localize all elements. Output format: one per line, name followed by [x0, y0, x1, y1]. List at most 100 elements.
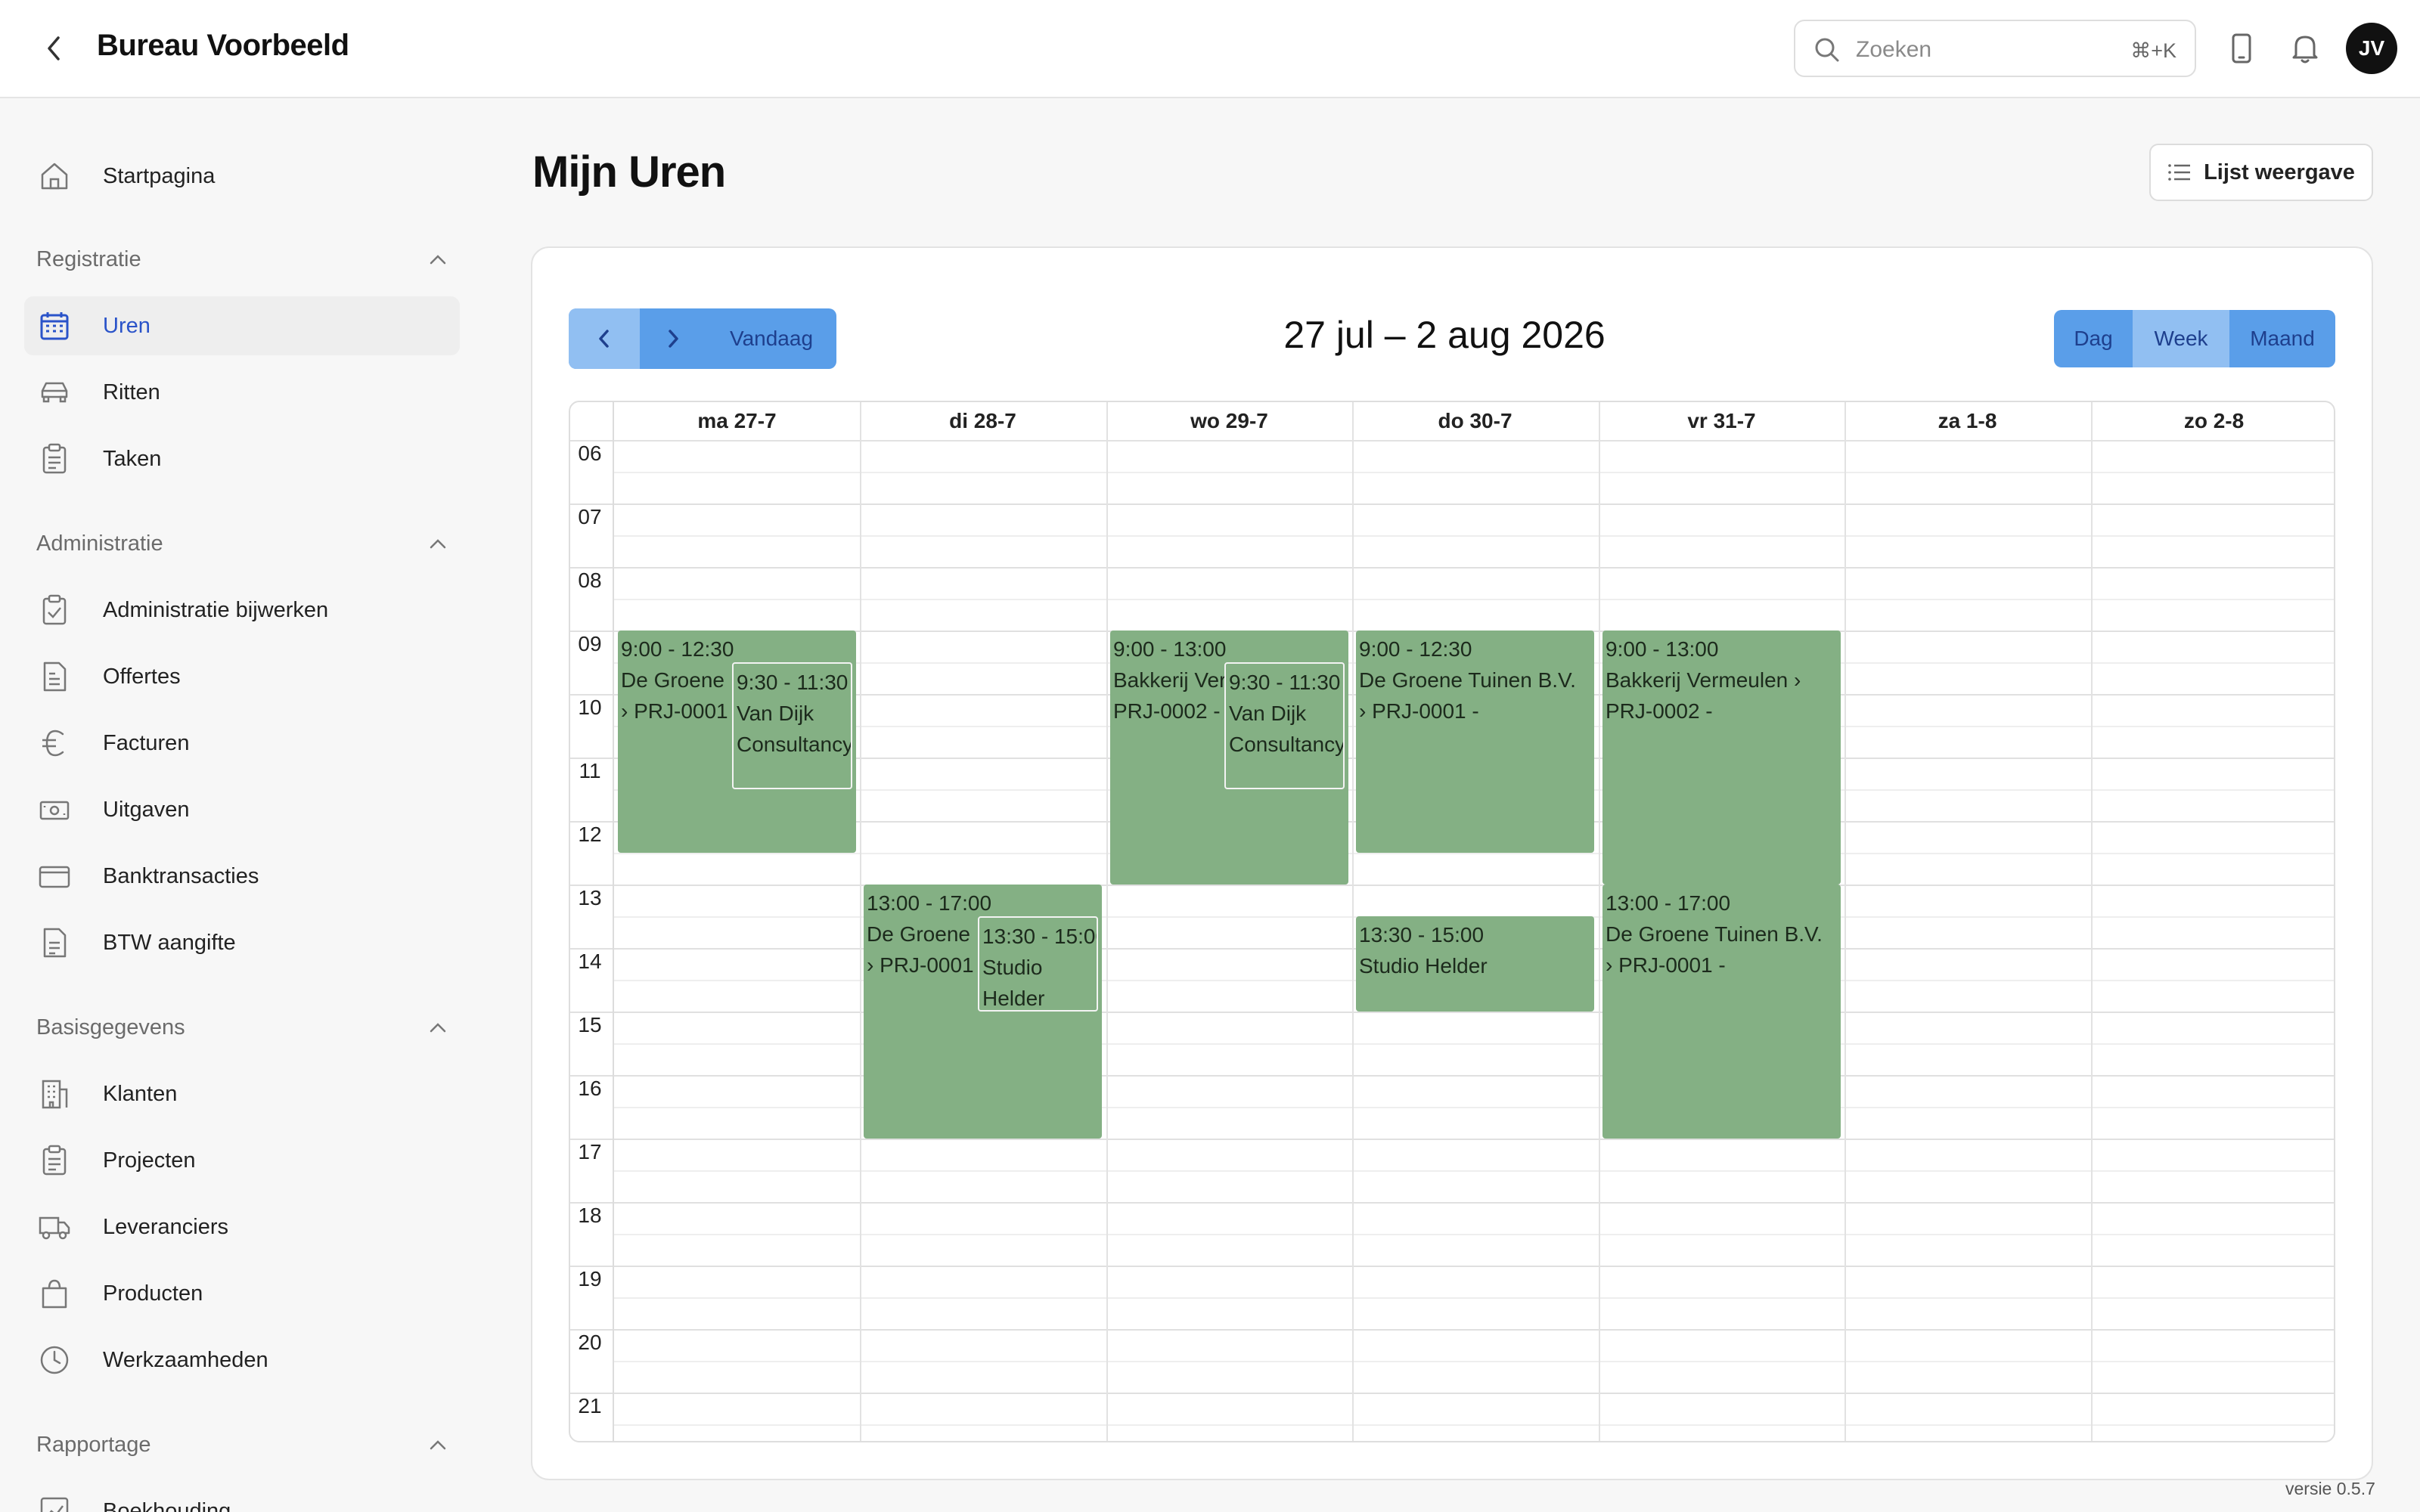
sidebar-item-leveranciers[interactable]: Leveranciers — [24, 1198, 460, 1256]
sidebar-item-btw-aangifte[interactable]: BTW aangifte — [24, 913, 460, 972]
chart-icon — [36, 1493, 73, 1512]
time-entry-event[interactable]: 9:30 - 11:30 Van Dijk Consultancy — [732, 662, 852, 789]
page-title: Mijn Uren — [532, 147, 726, 197]
notifications-button[interactable] — [2285, 29, 2325, 68]
hour-gridline — [570, 1139, 2334, 1140]
sidebar-item-taken[interactable]: Taken — [24, 429, 460, 488]
half-hour-gridline — [614, 1234, 2334, 1235]
avatar[interactable]: JV — [2346, 23, 2397, 74]
sidebar-item-label: Producten — [103, 1281, 203, 1306]
section-rapportage[interactable]: Rapportage — [36, 1426, 448, 1464]
bell-icon — [2292, 36, 2318, 64]
hour-gridline — [570, 885, 2334, 886]
sidebar-item-administratie-bijwerken[interactable]: Administratie bijwerken — [24, 581, 460, 640]
sidebar-item-uren[interactable]: Uren — [24, 296, 460, 355]
previous-week-button[interactable] — [569, 308, 640, 369]
sidebar-item-boekhouding[interactable]: Boekhouding — [24, 1482, 460, 1512]
section-label: Basisgegevens — [36, 1015, 185, 1040]
half-hour-gridline — [614, 1361, 2334, 1362]
hour-label: 06 — [578, 442, 602, 465]
hour-gridline — [570, 503, 2334, 505]
day-column-divider — [1106, 402, 1108, 1441]
list-view-label: Lijst weergave — [2204, 160, 2355, 184]
hour-gridline — [570, 1266, 2334, 1267]
document-icon — [36, 925, 73, 961]
time-entry-event[interactable]: 13:00 - 17:00 De Groene Tuinen B.V. › PRJ-… — [1602, 885, 1841, 1139]
view-week-button[interactable]: Week — [2133, 310, 2229, 367]
sidebar-item-label: Uren — [103, 313, 150, 338]
day-header: za 1-8 — [1938, 409, 1997, 432]
search-input[interactable]: Zoeken ⌘+K — [1794, 20, 2196, 77]
day-header: wo 29-7 — [1190, 409, 1268, 432]
half-hour-gridline — [614, 1297, 2334, 1299]
list-icon — [2168, 164, 2191, 181]
section-basisgegevens[interactable]: Basisgegevens — [36, 1009, 448, 1046]
date-range-title: 27 jul – 2 aug 2026 — [1283, 314, 1606, 356]
chevron-right-icon — [669, 330, 678, 348]
sidebar-item-klanten[interactable]: Klanten — [24, 1064, 460, 1123]
half-hour-gridline — [614, 1170, 2334, 1172]
search-shortcut: ⌘+K — [2130, 39, 2176, 62]
time-entry-event[interactable]: 9:30 - 11:30 Van Dijk Consultancy — [1224, 662, 1345, 789]
event-time: 9:00 - 13:00 — [1606, 637, 1719, 661]
truck-icon — [36, 1209, 73, 1245]
hour-gridline — [570, 1329, 2334, 1331]
section-administratie[interactable]: Administratie — [36, 525, 448, 562]
mobile-button[interactable] — [2222, 29, 2261, 68]
time-entry-event[interactable]: 9:00 - 13:00 Bakkerij Vermeulen › PRJ-0002… — [1602, 631, 1841, 885]
sidebar-item-label: Administratie bijwerken — [103, 597, 329, 622]
view-month-button[interactable]: Maand — [2229, 310, 2335, 367]
hour-label: 15 — [578, 1013, 602, 1036]
time-entry-event[interactable]: 13:30 - 15:00 Studio Helder — [978, 916, 1098, 1012]
view-day-button[interactable]: Dag — [2054, 310, 2133, 367]
search-placeholder: Zoeken — [1856, 37, 1932, 62]
time-entry-event[interactable]: 13:30 - 15:00 Studio Helder — [1356, 916, 1594, 1012]
sidebar: Startpagina Registratie Uren Ritten Take… — [0, 100, 484, 1512]
sidebar-item-startpagina[interactable]: Startpagina — [24, 147, 460, 206]
hour-gridline — [570, 1393, 2334, 1394]
shopping-bag-icon — [36, 1275, 73, 1312]
hour-label: 13 — [578, 886, 602, 909]
list-view-button[interactable]: Lijst weergave — [2149, 144, 2373, 201]
day-column-divider — [1352, 402, 1354, 1441]
sidebar-item-banktransacties[interactable]: Banktransacties — [24, 847, 460, 906]
event-line2: Consultancy — [1229, 733, 1345, 756]
app-title: Bureau Voorbeeld — [97, 29, 349, 62]
credit-card-icon — [36, 858, 73, 894]
half-hour-gridline — [614, 1424, 2334, 1426]
today-button[interactable]: Vandaag — [706, 308, 836, 369]
version-label: versie 0.5.7 — [2285, 1479, 2375, 1498]
sidebar-item-label: Offertes — [103, 664, 181, 689]
cash-icon — [36, 792, 73, 828]
day-header: zo 2-8 — [2183, 409, 2245, 432]
sidebar-item-label: BTW aangifte — [103, 930, 236, 955]
sidebar-item-label: Uitgaven — [103, 797, 190, 822]
time-entry-event[interactable]: 9:00 - 12:30 De Groene Tuinen B.V. › PRJ-0… — [1356, 631, 1594, 853]
sidebar-item-uitgaven[interactable]: Uitgaven — [24, 780, 460, 839]
calendar-navigation: Vandaag — [569, 308, 836, 369]
event-time: 9:30 - 11:30 — [1229, 671, 1341, 694]
next-week-button[interactable] — [640, 308, 706, 369]
section-registratie[interactable]: Registratie — [36, 240, 448, 278]
hour-label: 20 — [578, 1331, 602, 1354]
time-gutter-divider — [613, 402, 614, 1441]
sidebar-item-werkzaamheden[interactable]: Werkzaamheden — [24, 1331, 460, 1390]
sidebar-item-offertes[interactable]: Offertes — [24, 647, 460, 706]
day-column-divider — [2091, 402, 2093, 1441]
sidebar-item-label: Werkzaamheden — [103, 1347, 268, 1372]
event-line2: Consultancy — [737, 733, 852, 756]
day-header: di 28-7 — [949, 409, 1016, 432]
sidebar-item-projecten[interactable]: Projecten — [24, 1131, 460, 1190]
day-header: do 30-7 — [1438, 409, 1512, 432]
half-hour-gridline — [614, 853, 2334, 854]
event-time: 9:00 - 12:30 — [621, 637, 734, 661]
clipboard-icon — [36, 441, 73, 477]
sidebar-item-ritten[interactable]: Ritten — [24, 363, 460, 422]
chevron-up-icon — [430, 1440, 446, 1450]
back-button[interactable] — [33, 27, 76, 70]
hour-label: 16 — [578, 1077, 602, 1100]
sidebar-item-producten[interactable]: Producten — [24, 1264, 460, 1323]
half-hour-gridline — [614, 599, 2334, 600]
day-header: vr 31-7 — [1687, 409, 1756, 432]
sidebar-item-facturen[interactable]: Facturen — [24, 714, 460, 773]
